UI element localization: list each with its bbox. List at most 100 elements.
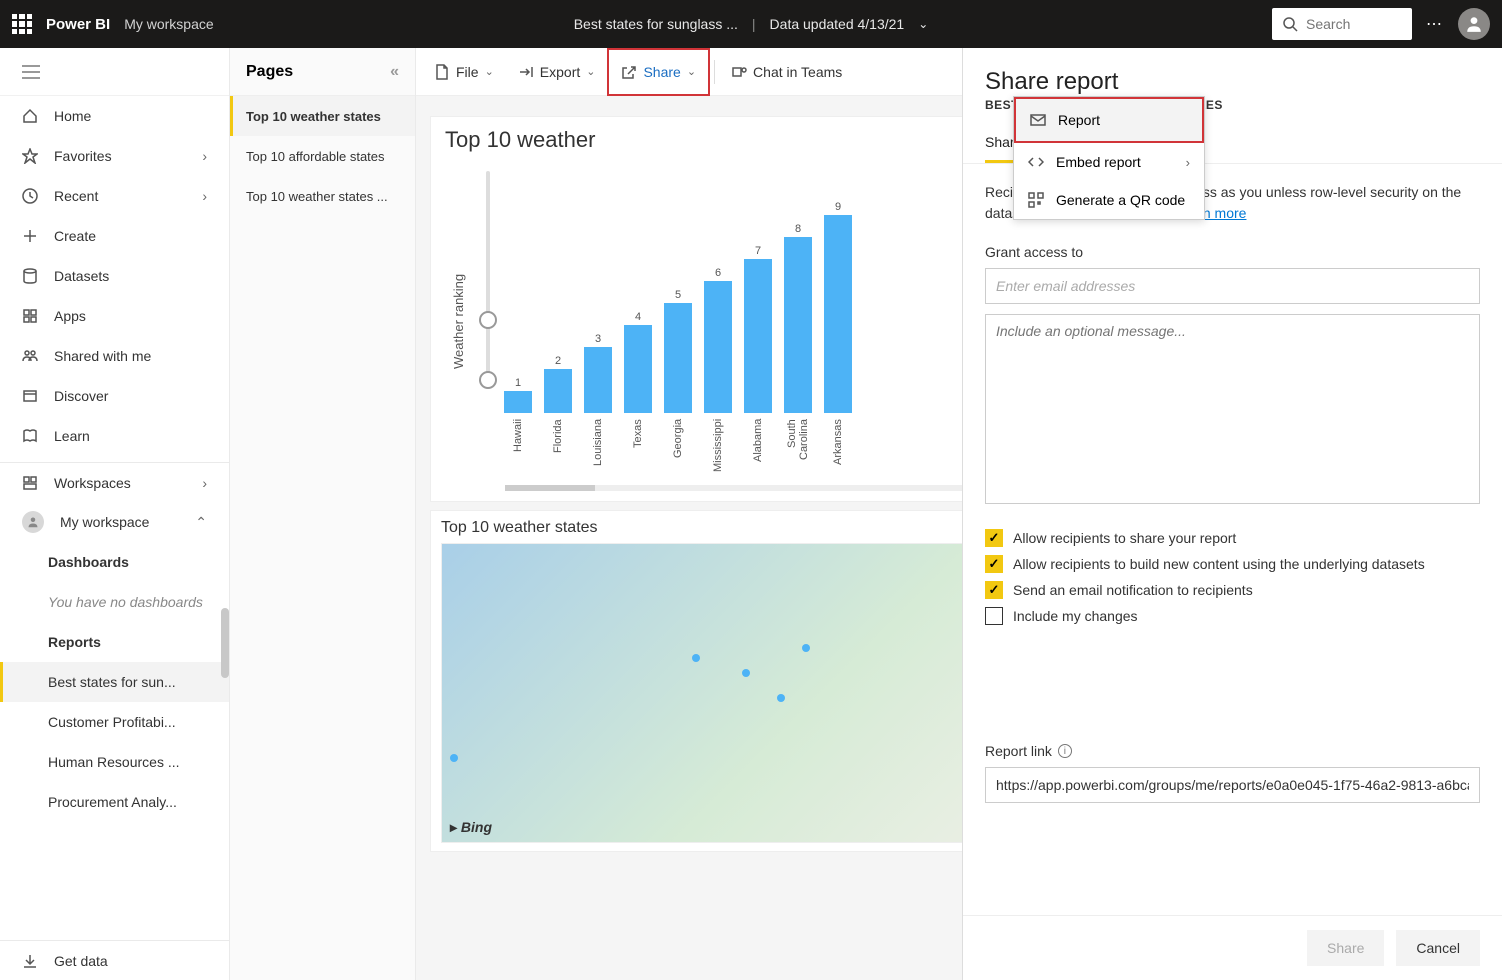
book-icon — [22, 428, 38, 444]
nav-create[interactable]: Create — [0, 216, 229, 256]
app-header: Power BI My workspace Best states for su… — [0, 0, 1502, 48]
bar[interactable]: 5Georgia — [662, 289, 694, 413]
search-box[interactable] — [1272, 8, 1412, 40]
report-item[interactable]: Human Resources ... — [0, 742, 229, 782]
chevron-up-icon: ⌃ — [195, 514, 207, 531]
checkbox-label: Send an email notification to recipients — [1013, 582, 1253, 598]
nav-recent[interactable]: Recent› — [0, 176, 229, 216]
nav-learn[interactable]: Learn — [0, 416, 229, 456]
email-input[interactable] — [985, 268, 1480, 304]
section-dashboards[interactable]: Dashboards — [0, 542, 229, 582]
share-submit-button[interactable]: Share — [1307, 930, 1384, 966]
report-link-label: Report linki — [985, 743, 1480, 759]
nav-discover[interactable]: Discover — [0, 376, 229, 416]
report-item[interactable]: Best states for sun... — [0, 662, 229, 702]
pages-panel: Pages « Top 10 weather states Top 10 aff… — [230, 48, 416, 980]
more-icon[interactable]: ⋯ — [1426, 14, 1444, 34]
chevron-down-icon: ⌄ — [485, 65, 494, 78]
user-avatar[interactable] — [1458, 8, 1490, 40]
bar[interactable]: 8South Carolina — [782, 223, 814, 413]
file-button[interactable]: File⌄ — [422, 48, 506, 96]
page-tab[interactable]: Top 10 weather states — [230, 96, 415, 136]
bar-value-label: 3 — [595, 333, 601, 345]
workspace-label[interactable]: My workspace — [124, 16, 213, 32]
cancel-button[interactable]: Cancel — [1396, 930, 1480, 966]
report-item[interactable]: Procurement Analy... — [0, 782, 229, 822]
bar[interactable]: 2Florida — [542, 355, 574, 413]
checkbox[interactable] — [985, 555, 1003, 573]
info-icon[interactable]: i — [1058, 744, 1072, 758]
chat-teams-button[interactable]: Chat in Teams — [719, 48, 854, 96]
scrollbar[interactable] — [221, 608, 229, 878]
star-icon — [22, 148, 38, 164]
qr-code-option[interactable]: Generate a QR code — [1014, 181, 1204, 219]
bar-category-label: Mississippi — [712, 419, 724, 479]
share-report-option[interactable]: Report — [1014, 97, 1204, 143]
share-dropdown: Report Embed report› Generate a QR code — [1013, 96, 1205, 220]
clock-icon — [22, 188, 38, 204]
bar-value-label: 7 — [755, 245, 761, 257]
export-button[interactable]: Export⌄ — [506, 48, 608, 96]
chevron-down-icon[interactable]: ⌄ — [918, 17, 928, 31]
message-textarea[interactable] — [985, 314, 1480, 504]
report-item[interactable]: Customer Profitabi... — [0, 702, 229, 742]
bar-value-label: 1 — [515, 377, 521, 389]
checkbox-label: Allow recipients to share your report — [1013, 530, 1236, 546]
plus-icon — [22, 228, 38, 244]
pages-title: Pages — [246, 63, 293, 81]
report-title[interactable]: Best states for sunglass ... — [574, 16, 738, 32]
chevron-right-icon: › — [1186, 155, 1190, 170]
separator — [714, 60, 715, 84]
header-center: Best states for sunglass ... | Data upda… — [574, 16, 929, 32]
checkbox-label: Include my changes — [1013, 608, 1138, 624]
discover-icon — [22, 388, 38, 404]
page-tab[interactable]: Top 10 affordable states — [230, 136, 415, 176]
nav-datasets[interactable]: Datasets — [0, 256, 229, 296]
bar[interactable]: 1Hawaii — [502, 377, 534, 413]
page-tab[interactable]: Top 10 weather states ... — [230, 176, 415, 216]
bar[interactable]: 3Louisiana — [582, 333, 614, 413]
nav-apps[interactable]: Apps — [0, 296, 229, 336]
brand-label: Power BI — [46, 16, 110, 33]
nav-my-workspace[interactable]: My workspace⌃ — [0, 502, 229, 542]
checkbox-row: Include my changes — [985, 607, 1480, 625]
search-input[interactable] — [1306, 16, 1386, 32]
checkbox-label: Allow recipients to build new content us… — [1013, 556, 1425, 572]
database-icon — [22, 268, 38, 284]
home-icon — [22, 108, 38, 124]
app-launcher-icon[interactable] — [12, 14, 32, 34]
map-point — [742, 669, 750, 677]
bar[interactable]: 9Arkansas — [822, 201, 854, 413]
report-link-field[interactable] — [985, 767, 1480, 803]
nav-shared[interactable]: Shared with me — [0, 336, 229, 376]
nav-home[interactable]: Home — [0, 96, 229, 136]
bar[interactable]: 6Mississippi — [702, 267, 734, 413]
hamburger-button[interactable] — [0, 48, 229, 96]
collapse-pages-icon[interactable]: « — [390, 63, 399, 81]
y-axis-label: Weather ranking — [445, 161, 472, 481]
map-point — [802, 644, 810, 652]
share-button[interactable]: Share⌄ — [607, 48, 710, 96]
chart-slider[interactable] — [472, 161, 502, 481]
bar[interactable]: 4Texas — [622, 311, 654, 413]
section-reports[interactable]: Reports — [0, 622, 229, 662]
checkbox[interactable] — [985, 581, 1003, 599]
data-updated-label[interactable]: Data updated 4/13/21 — [770, 16, 905, 32]
embed-report-option[interactable]: Embed report› — [1014, 143, 1204, 181]
checkbox-row: Allow recipients to share your report — [985, 529, 1480, 547]
chevron-right-icon: › — [202, 188, 207, 204]
nav-get-data[interactable]: Get data — [0, 940, 229, 980]
bar[interactable]: 7Alabama — [742, 245, 774, 413]
bar-category-label: Alabama — [752, 419, 764, 479]
report-canvas: File⌄ Export⌄ Share⌄ Chat in Teams Repor… — [416, 48, 1502, 980]
nav-favorites[interactable]: Favorites› — [0, 136, 229, 176]
bar-category-label: South Carolina — [786, 419, 810, 479]
nav-workspaces[interactable]: Workspaces› — [0, 462, 229, 502]
checkbox[interactable] — [985, 529, 1003, 547]
code-icon — [1028, 154, 1044, 170]
get-data-icon — [22, 953, 38, 969]
bar-value-label: 2 — [555, 355, 561, 367]
share-icon — [621, 64, 637, 80]
checkbox[interactable] — [985, 607, 1003, 625]
bar-category-label: Georgia — [672, 419, 684, 479]
